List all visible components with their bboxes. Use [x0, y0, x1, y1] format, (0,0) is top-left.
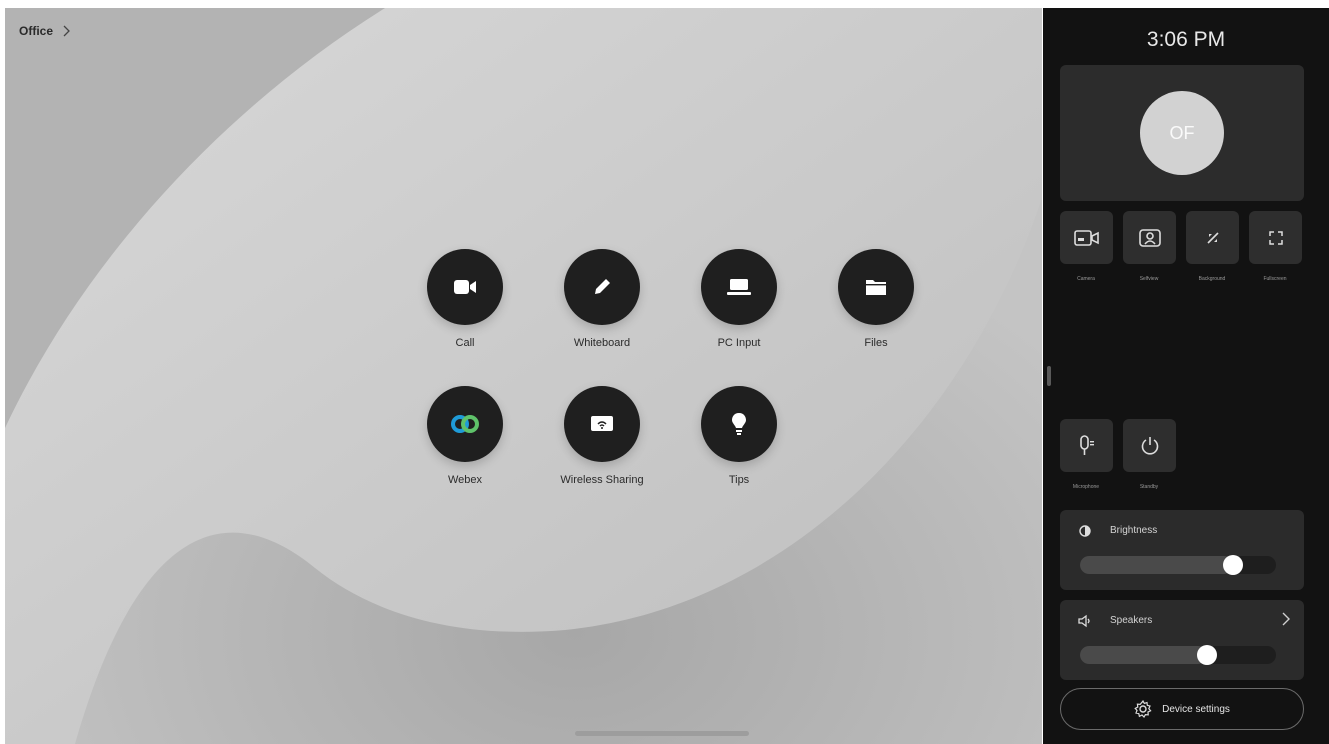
lightbulb-icon: [732, 413, 746, 435]
microphone-button[interactable]: [1060, 419, 1113, 472]
background-button[interactable]: [1186, 211, 1239, 264]
app-files[interactable]: Files: [816, 249, 936, 349]
microphone-label: Microphone: [1072, 484, 1100, 490]
app-webex-button[interactable]: [427, 386, 503, 462]
app-label: Webex: [447, 474, 483, 486]
app-tips-button[interactable]: [701, 386, 777, 462]
wallpaper: [5, 8, 1042, 744]
avatar: OF: [1140, 91, 1224, 175]
speakers-label: Speakers: [1110, 615, 1153, 626]
app-webex[interactable]: Webex: [405, 386, 525, 486]
screen-share-icon: [591, 416, 613, 431]
camera-button[interactable]: [1060, 211, 1113, 264]
app-whiteboard-button[interactable]: [564, 249, 640, 325]
standby-label: Standby: [1139, 484, 1159, 490]
speakers-card[interactable]: Speakers: [1060, 600, 1304, 680]
background-label: Background: [1198, 276, 1226, 282]
self-view[interactable]: OF: [1060, 65, 1304, 201]
brightness-slider-fill: [1080, 556, 1233, 574]
panel-resize-handle[interactable]: [1047, 366, 1051, 386]
app-files-button[interactable]: [838, 249, 914, 325]
fullscreen-icon: [1268, 230, 1283, 245]
chevron-right-icon: [63, 25, 70, 37]
app-label: Call: [455, 337, 475, 349]
standby-button[interactable]: [1123, 419, 1176, 472]
selfview-button[interactable]: [1123, 211, 1176, 264]
app-label: Whiteboard: [573, 337, 631, 349]
control-panel: 3:06 PM OF Camera Selfview Background Fu…: [1043, 8, 1329, 744]
app-call-button[interactable]: [427, 249, 503, 325]
power-icon: [1141, 436, 1158, 455]
pencil-icon: [595, 279, 610, 294]
brightness-slider[interactable]: [1080, 555, 1276, 575]
app-tips[interactable]: Tips: [679, 386, 799, 486]
microphone-icon: [1079, 434, 1094, 455]
app-pc-input[interactable]: PC Input: [679, 249, 799, 349]
chevron-right-icon[interactable]: [1282, 612, 1290, 626]
speakers-slider-knob[interactable]: [1197, 645, 1218, 665]
device-settings-label: Device settings: [1162, 703, 1230, 715]
fullscreen-label: Fullscreen: [1263, 276, 1287, 282]
gear-icon: [1134, 700, 1152, 718]
breadcrumb[interactable]: Office: [19, 24, 71, 38]
brightness-card: Brightness: [1060, 510, 1304, 590]
screen: Office Call Whiteboard PC Input Files We…: [0, 0, 1329, 744]
device-settings-button[interactable]: Device settings: [1060, 688, 1304, 730]
speakers-slider[interactable]: [1080, 645, 1276, 665]
brightness-slider-knob[interactable]: [1222, 555, 1243, 575]
breadcrumb-label: Office: [19, 24, 54, 38]
clock: 3:06 PM: [1146, 28, 1226, 51]
home-area: Office Call Whiteboard PC Input Files We…: [5, 8, 1042, 744]
app-label: Tips: [728, 474, 750, 486]
camera-icon: [1073, 229, 1099, 246]
app-wireless-sharing-button[interactable]: [564, 386, 640, 462]
folder-icon: [866, 280, 886, 295]
background-icon: [1206, 231, 1219, 244]
fullscreen-button[interactable]: [1249, 211, 1302, 264]
app-label: PC Input: [717, 337, 761, 349]
selfview-icon: [1138, 228, 1161, 247]
webex-logo-icon: [451, 415, 479, 433]
video-camera-icon: [454, 280, 476, 294]
app-label: Files: [864, 337, 888, 349]
app-label: Wireless Sharing: [560, 474, 644, 486]
home-handle[interactable]: [575, 731, 749, 736]
brightness-icon: [1079, 525, 1091, 537]
brightness-label: Brightness: [1110, 525, 1158, 536]
app-wireless-sharing[interactable]: Wireless Sharing: [542, 386, 662, 486]
speakers-slider-fill: [1080, 646, 1208, 664]
app-whiteboard[interactable]: Whiteboard: [542, 249, 662, 349]
app-call[interactable]: Call: [405, 249, 525, 349]
laptop-icon: [727, 279, 751, 295]
selfview-label: Selfview: [1139, 276, 1159, 282]
camera-label: Camera: [1077, 276, 1095, 282]
speaker-icon: [1078, 614, 1090, 628]
app-pc-input-button[interactable]: [701, 249, 777, 325]
